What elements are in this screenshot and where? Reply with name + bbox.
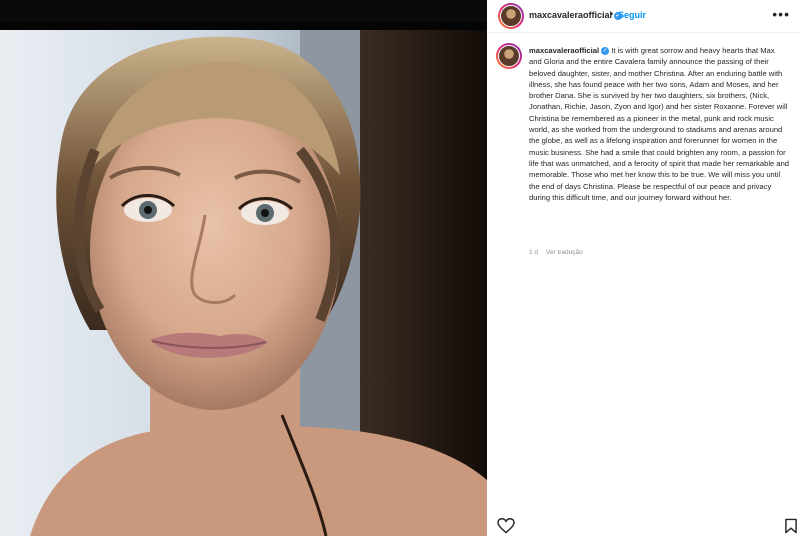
separator-dot: • bbox=[610, 9, 614, 19]
portrait-image bbox=[0, 0, 487, 536]
follow-button[interactable]: Seguir bbox=[618, 10, 646, 20]
avatar[interactable] bbox=[498, 3, 524, 29]
more-options-icon[interactable]: ••• bbox=[772, 6, 790, 22]
post-photo[interactable] bbox=[0, 0, 487, 536]
action-bar bbox=[487, 514, 800, 536]
heart-icon[interactable] bbox=[497, 518, 515, 534]
post-header: maxcavaleraofficial ✓ • Seguir ••• bbox=[487, 0, 800, 33]
caption-username[interactable]: maxcavaleraofficial bbox=[529, 46, 599, 55]
caption-avatar[interactable] bbox=[496, 43, 522, 69]
post-caption: maxcavaleraofficial ✓ It is with great so… bbox=[529, 45, 789, 203]
post-side-panel: maxcavaleraofficial ✓ • Seguir ••• maxcav… bbox=[487, 0, 800, 536]
verified-badge-icon: ✓ bbox=[601, 47, 610, 55]
post-time: 1 d bbox=[529, 249, 539, 256]
bookmark-icon[interactable] bbox=[784, 518, 798, 534]
translate-link[interactable]: Ver tradução bbox=[546, 249, 583, 256]
caption-text: It is with great sorrow and heavy hearts… bbox=[529, 46, 790, 202]
header-username[interactable]: maxcavaleraofficial ✓ bbox=[529, 10, 623, 20]
caption-meta: 1 d Ver tradução bbox=[529, 249, 589, 256]
username-text[interactable]: maxcavaleraofficial bbox=[529, 10, 612, 20]
